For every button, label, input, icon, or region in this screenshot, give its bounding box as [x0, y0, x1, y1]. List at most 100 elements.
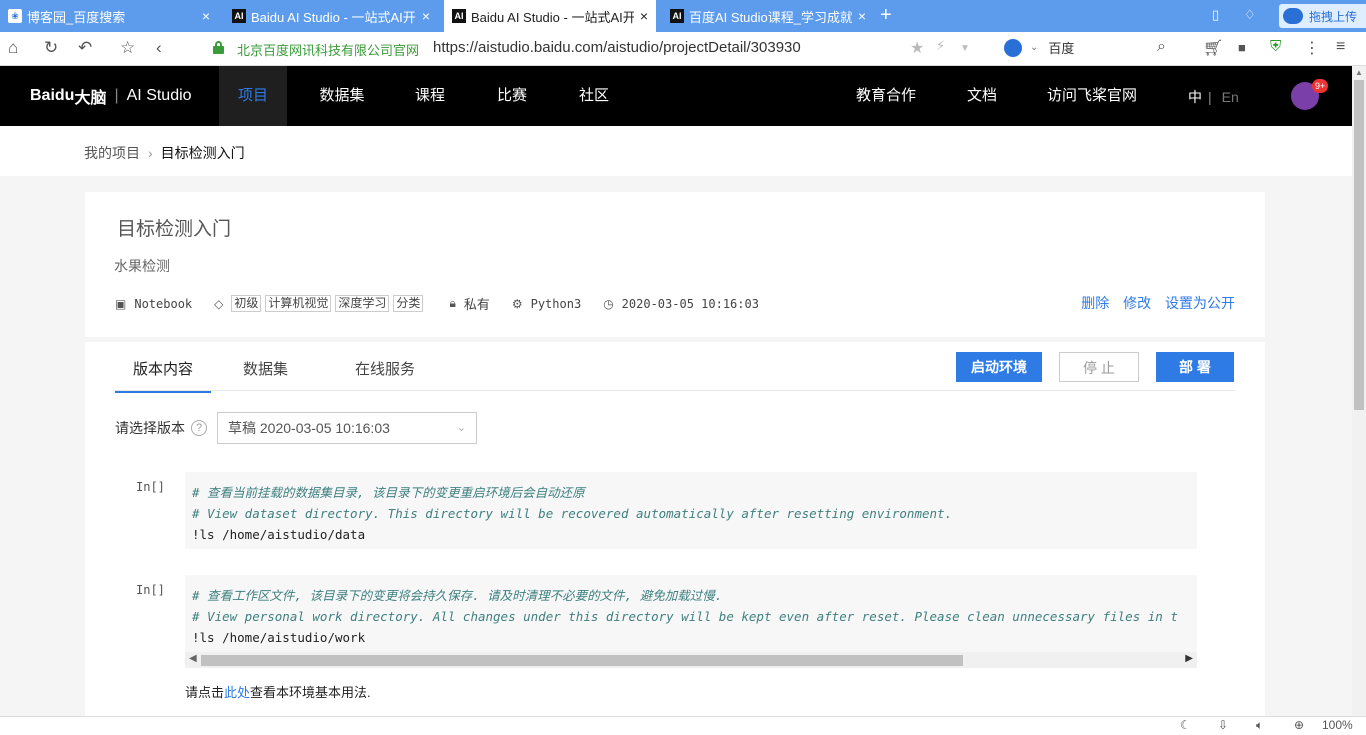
breadcrumb-bar: 我的项目 › 目标检测入门	[0, 126, 1352, 176]
tab-online-service[interactable]: 在线服务	[355, 358, 415, 391]
browser-tab-strip: ❀ 博客园_百度搜索 × AI Baidu AI Studio - 一站式AI开…	[0, 0, 1366, 32]
delete-link[interactable]: 删除	[1081, 295, 1109, 311]
zoom-level[interactable]: 100%	[1322, 718, 1353, 732]
browser-tab[interactable]: AI Baidu AI Studio - 一站式AI开 ×	[224, 0, 438, 32]
python-icon: ⚙	[511, 296, 523, 311]
cloud-upload-button[interactable]: 拖拽上传	[1279, 4, 1366, 28]
version-row: 请选择版本 ? 草稿 2020-03-05 10:16:03 ⌄	[115, 412, 477, 444]
project-meta: ▣ Notebook ◇ 初级 计算机视觉 深度学习 分类 🔒︎ 私有 ⚙ Py…	[115, 294, 781, 313]
nav-courses[interactable]: 课程	[404, 66, 456, 126]
code-line: !ls /home/aistudio/data	[192, 527, 366, 542]
browser-tab[interactable]: ❀ 博客园_百度搜索 ×	[0, 0, 218, 32]
logo-divider: |	[114, 87, 119, 104]
page-scrollbar[interactable]: ▲	[1352, 66, 1366, 716]
night-mode-icon[interactable]: ☾	[1180, 718, 1191, 732]
notification-badge: 9+	[1312, 79, 1329, 93]
back-icon[interactable]: ‹	[156, 38, 162, 58]
tab-list-icon[interactable]: ▯	[1212, 7, 1219, 23]
project-subtitle: 水果检测	[114, 258, 170, 274]
lock-icon: 🔒︎	[449, 296, 456, 310]
cloud-icon	[1283, 8, 1303, 24]
shirt-icon[interactable]: ♢	[1244, 7, 1256, 23]
url-field[interactable]: https://aistudio.baidu.com/aistudio/proj…	[433, 39, 801, 56]
new-tab-button[interactable]: +	[880, 4, 892, 26]
code-comment: # 查看工作区文件, 该目录下的变更将会持久保存. 请及时清理不必要的文件, 避…	[192, 588, 723, 603]
browser-tab[interactable]: AI 百度AI Studio课程_学习成就梦 ×	[662, 0, 874, 32]
nav-paddle-site[interactable]: 访问飞桨官网	[1040, 66, 1144, 126]
bookmark-star-icon[interactable]: ☆	[120, 38, 135, 58]
start-env-button[interactable]: 启动环境	[956, 352, 1042, 382]
help-icon[interactable]: ?	[191, 420, 207, 436]
tag: 深度学习	[335, 295, 390, 312]
usage-link[interactable]: 此处	[224, 685, 250, 700]
home-icon[interactable]: ⌂	[8, 38, 18, 58]
scroll-thumb[interactable]	[1354, 80, 1364, 410]
reload-icon[interactable]: ↻	[44, 38, 58, 58]
baidu-ai-studio-logo[interactable]: Bai du 大脑 | AI Studio	[30, 84, 192, 108]
hamburger-menu-icon[interactable]: ≡	[1336, 38, 1345, 56]
close-icon[interactable]: ×	[858, 8, 866, 24]
scroll-up-icon[interactable]: ▲	[1355, 68, 1363, 77]
undo-icon[interactable]: ↶	[78, 38, 92, 58]
menu-dots-icon[interactable]: ⋮	[1304, 38, 1320, 58]
tag-icon: ◇	[214, 296, 224, 311]
browser-tab-active[interactable]: AI Baidu AI Studio - 一站式AI开 ×	[444, 0, 656, 32]
tag: 分类	[393, 295, 424, 312]
code-cell[interactable]: # 查看当前挂载的数据集目录, 该目录下的变更重启环境后会自动还原 # View…	[185, 472, 1197, 549]
security-name: 北京百度网讯科技有限公司官网	[237, 43, 420, 58]
code-comment: # 查看当前挂载的数据集目录, 该目录下的变更重启环境后会自动还原	[192, 485, 585, 500]
code-comment: # View personal work directory. All chan…	[192, 609, 1178, 624]
version-select[interactable]: 草稿 2020-03-05 10:16:03 ⌄	[217, 412, 477, 444]
cart-icon[interactable]: 🛒︎	[1203, 38, 1223, 58]
volume-icon[interactable]: 🔈︎	[1256, 718, 1263, 733]
zoom-icon[interactable]: ⊕	[1294, 718, 1304, 732]
search-engine-select[interactable]: ⌄ 百度	[1004, 38, 1074, 57]
close-icon[interactable]: ×	[422, 8, 430, 24]
ai-icon: AI	[670, 9, 684, 23]
cell-prompt: In[]	[136, 583, 165, 597]
paw-icon: ❀	[8, 9, 22, 23]
project-visibility: 🔒︎ 私有	[449, 296, 490, 312]
nav-education[interactable]: 教育合作	[850, 66, 922, 126]
deploy-button[interactable]: 部 署	[1156, 352, 1234, 382]
project-env: ⚙ Python3	[511, 296, 582, 311]
nav-datasets[interactable]: 数据集	[310, 66, 374, 126]
chevron-down-icon[interactable]: ▼	[960, 43, 970, 54]
chevron-right-icon: ›	[148, 145, 153, 161]
shield-icon[interactable]: ⛨	[1270, 38, 1281, 55]
language-switch[interactable]: 中 | En	[1188, 87, 1239, 107]
favorite-icon[interactable]: ★	[910, 38, 924, 58]
breadcrumb-current: 目标检测入门	[160, 145, 245, 161]
edit-link[interactable]: 修改	[1123, 295, 1151, 311]
make-public-link[interactable]: 设置为公开	[1165, 295, 1235, 311]
browser-status-bar: ☾ ⇩ 🔈︎ ⊕ 100%	[0, 716, 1366, 735]
chevron-down-icon: ⌄	[456, 422, 466, 434]
nav-docs[interactable]: 文档	[958, 66, 1006, 126]
close-icon[interactable]: ×	[640, 8, 648, 24]
extension-icon[interactable]: ■	[1238, 40, 1246, 55]
notebook-icon: ▣	[115, 296, 127, 311]
scroll-right-icon[interactable]: ▶	[1185, 653, 1193, 664]
project-time: ◷ 2020-03-05 10:16:03	[603, 296, 759, 311]
baidu-paw-icon	[1004, 38, 1022, 57]
nav-community[interactable]: 社区	[568, 66, 620, 126]
version-label: 请选择版本	[115, 420, 185, 436]
lightning-icon[interactable]: ⚡	[936, 38, 945, 54]
lock-icon	[213, 41, 224, 54]
close-icon[interactable]: ×	[202, 8, 210, 24]
scroll-thumb[interactable]	[201, 655, 963, 666]
scroll-left-icon[interactable]: ◀	[189, 653, 197, 664]
project-type: ▣ Notebook	[115, 296, 193, 311]
breadcrumb-my-projects[interactable]: 我的项目	[84, 143, 140, 163]
nav-competitions[interactable]: 比赛	[486, 66, 538, 126]
tab-datasets[interactable]: 数据集	[243, 358, 288, 391]
code-cell[interactable]: # 查看工作区文件, 该目录下的变更将会持久保存. 请及时清理不必要的文件, 避…	[185, 575, 1197, 652]
search-icon[interactable]: ⌕	[1157, 38, 1166, 56]
nav-projects[interactable]: 项目	[219, 66, 287, 126]
horizontal-scrollbar[interactable]: ◀ ▶	[185, 652, 1197, 668]
download-icon[interactable]: ⇩	[1218, 718, 1228, 732]
stop-button[interactable]: 停 止	[1059, 352, 1139, 382]
clock-icon: ◷	[603, 296, 614, 311]
code-comment: # View dataset directory. This directory…	[192, 506, 953, 521]
tab-version-content[interactable]: 版本内容	[115, 358, 211, 393]
